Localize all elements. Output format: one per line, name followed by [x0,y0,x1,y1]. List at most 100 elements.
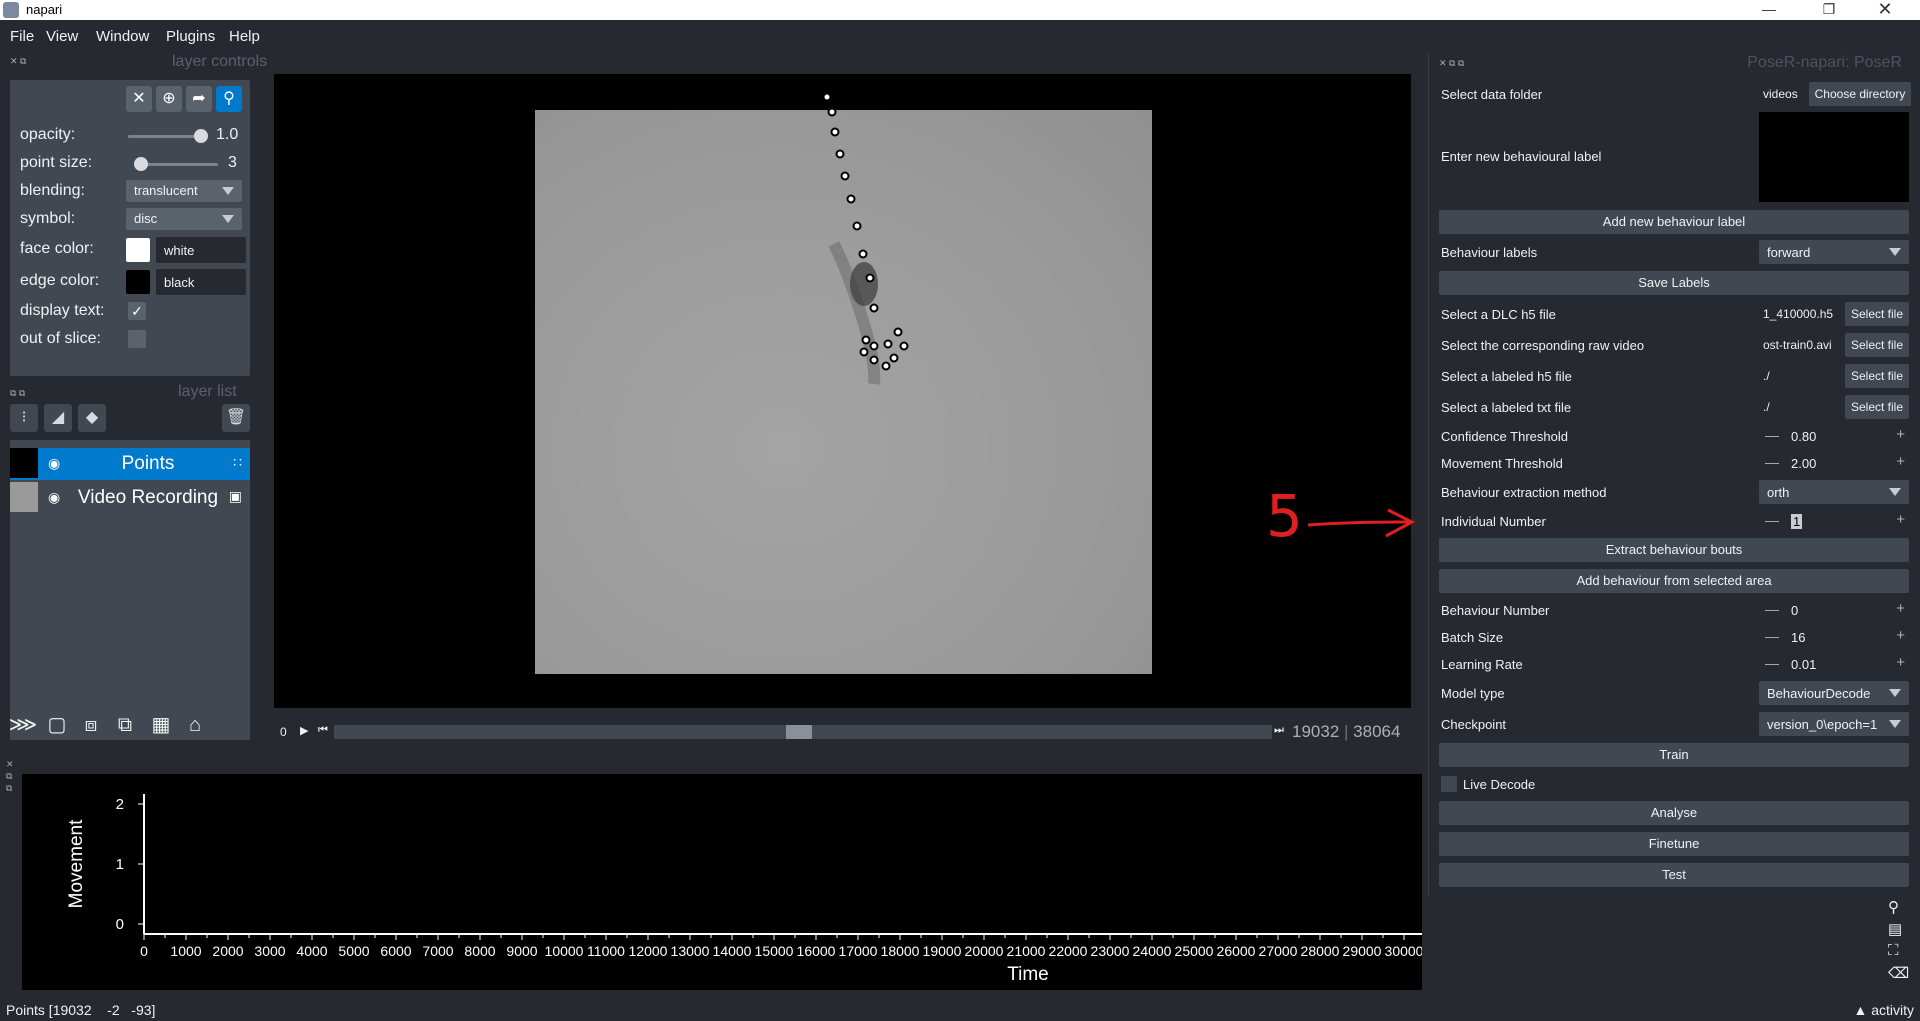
layer-name[interactable]: Video Recording [68,487,228,509]
grid-view-icon[interactable]: ▦ [146,710,176,740]
panel-dock-controls-icon[interactable]: ✕ ⧉ ⧉ [1439,58,1464,69]
keypoint[interactable] [858,249,868,259]
keypoint[interactable] [827,107,837,117]
increment-icon[interactable]: + [1896,511,1905,528]
raw-video-field[interactable]: ost-train0.avi [1759,333,1839,357]
new-points-layer-button[interactable]: ⁝ [10,404,38,432]
keypoint[interactable] [835,149,845,159]
keypoint[interactable] [869,341,879,351]
batch-size-value[interactable]: 16 [1791,630,1805,645]
decrement-icon[interactable]: — [1765,601,1779,617]
extraction-method-dropdown[interactable]: orth [1759,480,1909,504]
behaviour-number-spinbox[interactable]: — 0 + [1759,599,1909,621]
new-shapes-layer-button[interactable]: ◢ [44,404,72,432]
keypoint[interactable] [869,355,879,365]
keypoint[interactable] [852,221,862,231]
learning-rate-value[interactable]: 0.01 [1791,657,1816,672]
keypoint[interactable] [859,347,869,357]
model-type-dropdown[interactable]: BehaviourDecode [1759,681,1909,705]
point-size-value[interactable]: 3 [228,154,237,172]
face-color-swatch[interactable] [126,238,150,262]
keypoint[interactable] [883,339,893,349]
train-button[interactable]: Train [1439,743,1909,767]
individual-number-spinbox[interactable]: — 1 + [1759,510,1909,532]
zoom-plot-icon[interactable]: ⚲ [1888,898,1899,916]
add-new-label-button[interactable]: Add new behaviour label [1439,210,1909,234]
viewer-canvas[interactable] [274,74,1411,708]
learning-rate-spinbox[interactable]: — 0.01 + [1759,653,1909,675]
decrement-icon[interactable]: — [1765,427,1779,443]
frame-slider[interactable]: 0 ▶ ⏮ ⏭ 19032 | 38064 [274,722,1411,742]
save-labels-button[interactable]: Save Labels [1439,271,1909,295]
keypoint[interactable] [893,327,903,337]
menu-view[interactable]: View [46,28,78,45]
data-folder-field[interactable]: videos [1759,82,1805,106]
opacity-value[interactable]: 1.0 [216,126,238,144]
keypoint[interactable] [881,361,891,371]
home-icon[interactable]: ⌂ [180,710,210,740]
save-plot-icon[interactable]: ▤ [1888,920,1902,938]
decrement-icon[interactable]: — [1765,628,1779,644]
eye-icon[interactable]: ◉ [48,489,60,506]
frame-counter[interactable]: 19032 | 38064 [1292,722,1400,742]
opacity-slider-handle[interactable] [194,129,208,143]
extract-bouts-button[interactable]: Extract behaviour bouts [1439,538,1909,562]
frame-slider-handle[interactable] [786,725,812,739]
step-back-icon[interactable]: ⏮ [318,724,328,737]
decrement-icon[interactable]: — [1765,454,1779,470]
layer-row-video[interactable]: ◉ Video Recording ▣ [10,482,250,514]
new-label-textbox[interactable] [1759,112,1909,202]
keypoint[interactable] [889,353,899,363]
keypoint[interactable] [846,194,856,204]
confidence-threshold-value[interactable]: 0.80 [1791,429,1816,444]
confidence-threshold-spinbox[interactable]: — 0.80 + [1759,425,1909,447]
live-decode-checkbox[interactable] [1441,776,1457,792]
select-labeled-txt-button[interactable]: Select file [1845,395,1909,419]
blending-dropdown[interactable]: translucent [126,180,242,202]
dlc-file-field[interactable]: 1_410000.h5 [1759,302,1839,326]
dock-close-icon[interactable]: ✕ ⧉ [10,56,26,67]
ndisplay-icon[interactable]: ▢ [42,710,72,740]
keypoint[interactable] [899,341,909,351]
finetune-button[interactable]: Finetune [1439,832,1909,856]
play-icon[interactable]: ▶ [300,724,308,737]
face-color-field[interactable]: white [156,237,246,263]
add-from-area-button[interactable]: Add behaviour from selected area [1439,569,1909,593]
add-points-button[interactable]: ⊕ [156,86,182,112]
keypoint[interactable] [830,127,840,137]
step-forward-icon[interactable]: ⏭ [1274,724,1284,737]
decrement-icon[interactable]: — [1765,655,1779,671]
menu-plugins[interactable]: Plugins [166,28,215,45]
keypoint[interactable] [865,273,875,283]
edge-color-swatch[interactable] [126,270,150,294]
symbol-dropdown[interactable]: disc [126,208,242,230]
new-labels-layer-button[interactable]: ◆ [78,404,106,432]
individual-number-value[interactable]: 1 [1791,514,1803,529]
point-size-slider[interactable] [138,163,218,166]
activity-button[interactable]: ▲ activity [1853,1002,1914,1018]
pan-zoom-button[interactable]: ⚲ [216,86,242,112]
delete-selected-points-button[interactable]: ✕ [126,86,152,112]
choose-directory-button[interactable]: Choose directory [1809,82,1911,106]
layer-row-points[interactable]: ◉ Points ∷ [10,448,250,480]
movement-threshold-value[interactable]: 2.00 [1791,456,1816,471]
frame-slider-track[interactable] [334,725,1272,739]
select-dlc-file-button[interactable]: Select file [1845,302,1909,326]
labeled-txt-field[interactable]: ./ [1759,395,1839,419]
increment-icon[interactable]: + [1896,426,1905,443]
keypoint[interactable] [840,171,850,181]
movement-plot[interactable]: 0 1000 2000 3000 4000 5000 6000 7000 8000 9000 100… [22,774,1422,990]
restore-icon[interactable]: ❐ [1806,0,1852,20]
erase-plot-icon[interactable]: ⌫ [1888,964,1909,982]
keypoint[interactable] [861,335,871,345]
increment-icon[interactable]: + [1896,627,1905,644]
roll-dims-icon[interactable]: ⧈ [76,710,106,740]
menu-help[interactable]: Help [229,28,260,45]
console-icon[interactable]: ⋙ [8,710,38,740]
menu-window[interactable]: Window [96,28,149,45]
movement-threshold-spinbox[interactable]: — 2.00 + [1759,452,1909,474]
increment-icon[interactable]: + [1896,654,1905,671]
checkpoint-dropdown[interactable]: version_0\epoch=1 [1759,712,1909,736]
select-labeled-h5-button[interactable]: Select file [1845,364,1909,388]
current-frame[interactable]: 19032 [1292,722,1339,741]
